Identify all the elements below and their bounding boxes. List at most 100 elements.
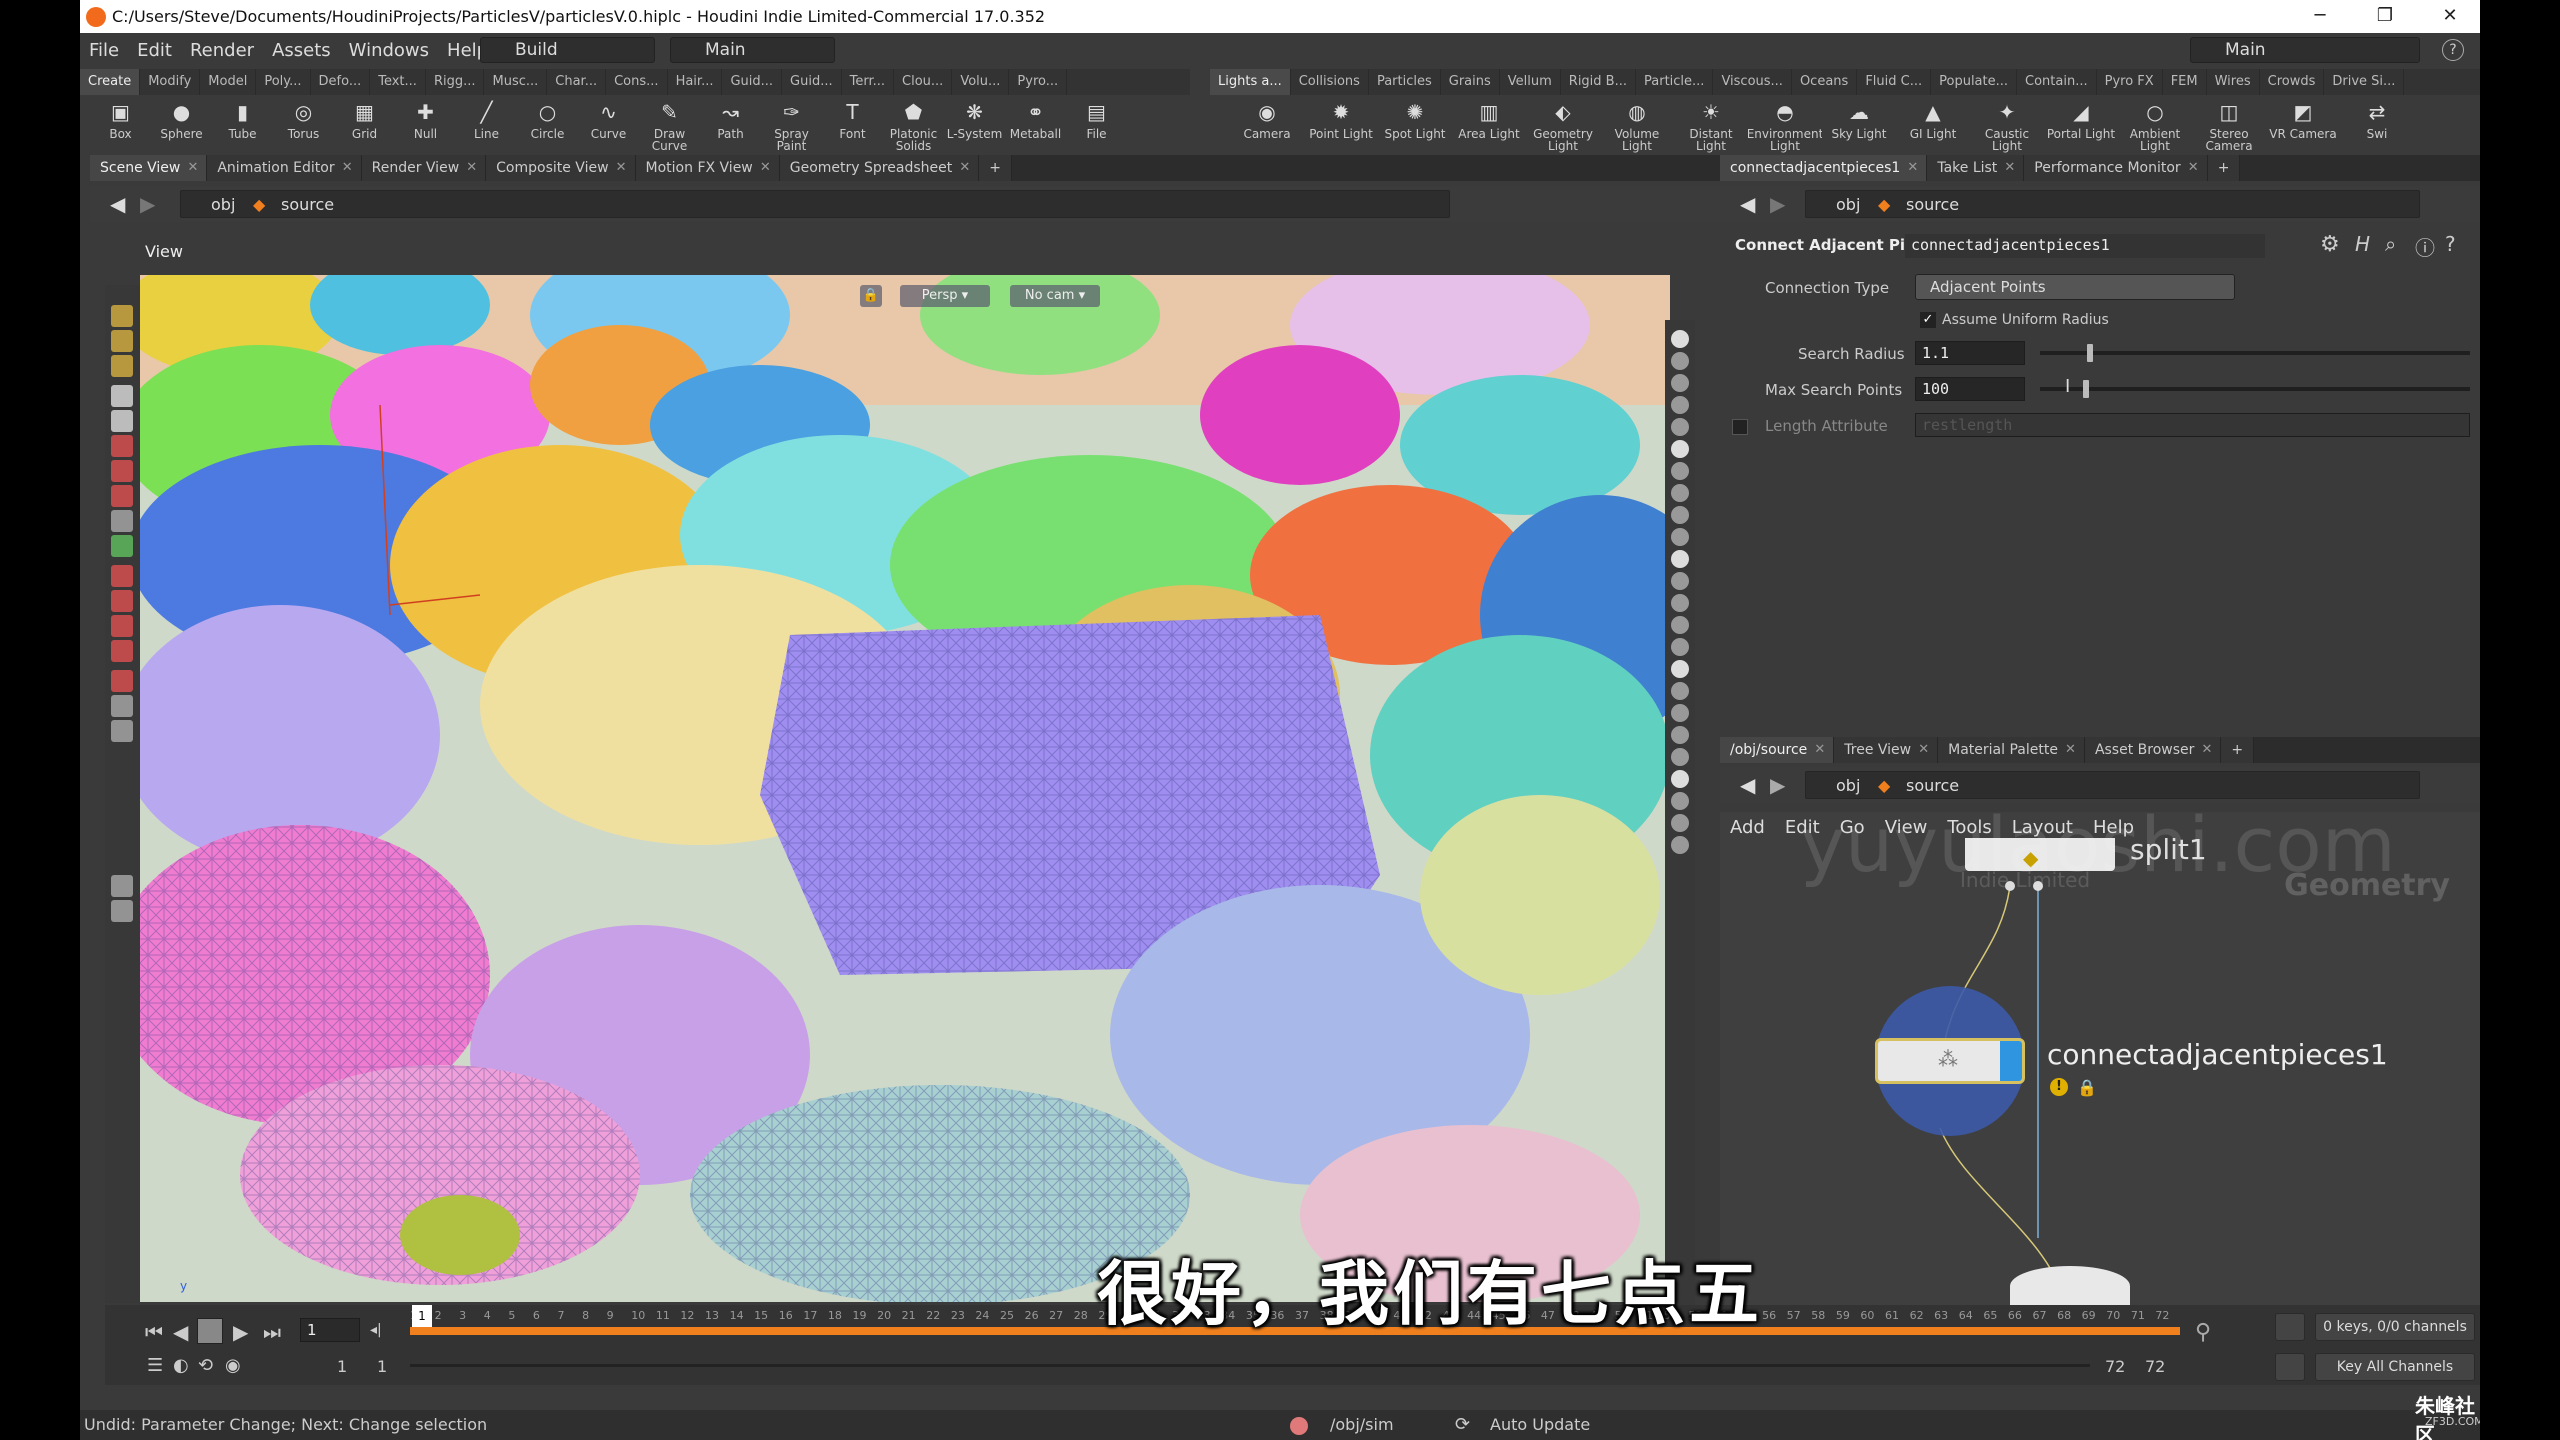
viewer-display-option-icon[interactable] xyxy=(1671,638,1689,656)
go-to-end-icon[interactable]: ⏭ xyxy=(263,1320,281,1344)
close-tab-icon[interactable]: ✕ xyxy=(466,155,477,181)
range-slider[interactable] xyxy=(410,1364,2090,1367)
search-radius-field[interactable]: 1.1 xyxy=(1915,341,2025,365)
keys-icon[interactable] xyxy=(2275,1313,2305,1341)
info-icon[interactable]: ⓘ xyxy=(2415,232,2435,261)
shelf-tool-spot-light[interactable]: ✺ Spot Light xyxy=(1378,95,1452,153)
realtime-toggle-icon[interactable]: ⚲ xyxy=(2195,1320,2211,1345)
viewer-display-option-icon[interactable] xyxy=(1671,682,1689,700)
close-tab-icon[interactable]: ✕ xyxy=(616,155,627,181)
viewer-display-option-icon[interactable] xyxy=(1671,506,1689,524)
pane-tab[interactable]: connectadjacentpieces1 ✕ xyxy=(1720,155,1928,181)
range-end2-field[interactable]: 72 xyxy=(2145,1357,2165,1376)
viewer-display-option-icon[interactable] xyxy=(1671,660,1689,678)
shelf-tool-tube[interactable]: ▮ Tube xyxy=(212,95,273,153)
shelf-tool-caustic-light[interactable]: ✦ Caustic Light xyxy=(1970,95,2044,153)
connectadjacentpieces1-node[interactable]: ⁂ xyxy=(1875,1038,2025,1084)
pane-tab[interactable]: Performance Monitor ✕ xyxy=(2024,155,2208,181)
net-path-obj[interactable]: obj xyxy=(1836,772,1860,800)
shelf-tab[interactable]: Clou... xyxy=(894,69,953,95)
stop-button[interactable] xyxy=(197,1318,223,1344)
shelf-tool-line[interactable]: ╱ Line xyxy=(456,95,517,153)
keys-info[interactable]: 0 keys, 0/0 channels xyxy=(2315,1313,2475,1341)
max-search-slider[interactable] xyxy=(2040,387,2470,391)
camera-menu[interactable]: No cam ▾ xyxy=(1010,285,1100,307)
handle-icon[interactable] xyxy=(111,435,133,457)
shelf-tool-area-light[interactable]: ▥ Area Light xyxy=(1452,95,1526,153)
shelf-tool-ambient-light[interactable]: ○ Ambient Light xyxy=(2118,95,2192,153)
menu-windows[interactable]: Windows xyxy=(340,40,438,61)
close-button[interactable]: ✕ xyxy=(2420,0,2480,33)
arrow-select-icon[interactable] xyxy=(111,385,133,407)
viewer-display-option-icon[interactable] xyxy=(1671,792,1689,810)
path-obj[interactable]: obj xyxy=(211,191,235,219)
3d-viewport[interactable]: y Persp ▾ No cam ▾ 🔒 xyxy=(140,275,1670,1302)
current-frame-field[interactable]: 1 xyxy=(300,1318,360,1342)
go-to-start-icon[interactable]: ⏮ xyxy=(145,1320,163,1344)
gear-icon[interactable]: ⚙ xyxy=(2320,232,2340,257)
close-tab-icon[interactable]: ✕ xyxy=(187,155,198,181)
viewer-display-option-icon[interactable] xyxy=(1671,352,1689,370)
pane-tab[interactable]: Tree View ✕ xyxy=(1834,737,1939,763)
viewer-display-option-icon[interactable] xyxy=(1671,440,1689,458)
close-tab-icon[interactable]: ✕ xyxy=(1918,737,1929,763)
close-tab-icon[interactable]: ✕ xyxy=(1814,737,1825,763)
shelf-tab[interactable]: Pyro FX xyxy=(2097,69,2163,95)
shelf-tab[interactable]: Terr... xyxy=(842,69,895,95)
key-channels-icon[interactable] xyxy=(2275,1353,2305,1381)
main-right-dropdown[interactable]: Main xyxy=(2190,37,2420,63)
shelf-tab[interactable]: Fluid C... xyxy=(1857,69,1932,95)
pane-tab[interactable]: /obj/source ✕ xyxy=(1720,737,1835,763)
shelf-tab[interactable]: Model xyxy=(200,69,257,95)
max-search-knob[interactable] xyxy=(2083,380,2089,398)
shelf-tool-circle[interactable]: ○ Circle xyxy=(517,95,578,153)
shelf-tool-path[interactable]: ↝ Path xyxy=(700,95,761,153)
viewer-display-option-icon[interactable] xyxy=(1671,616,1689,634)
connection-type-dropdown[interactable]: Adjacent Points xyxy=(1915,274,2235,300)
shelf-tool-volume-light[interactable]: ◍ Volume Light xyxy=(1600,95,1674,153)
close-tab-icon[interactable]: ✕ xyxy=(959,155,970,181)
viewer-display-option-icon[interactable] xyxy=(1671,594,1689,612)
close-tab-icon[interactable]: ✕ xyxy=(760,155,771,181)
shelf-tool-draw-curve[interactable]: ✎ Draw Curve xyxy=(639,95,700,153)
back-arrow-icon[interactable]: ◀ xyxy=(110,192,125,216)
shelf-tab[interactable]: Viscous... xyxy=(1713,69,1792,95)
pane-tab[interactable]: Asset Browser ✕ xyxy=(2084,737,2222,763)
viewer-display-option-icon[interactable] xyxy=(1671,484,1689,502)
pane-tab[interactable]: Scene View ✕ xyxy=(90,155,208,181)
shelf-tool-torus[interactable]: ◎ Torus xyxy=(273,95,334,153)
display-icon[interactable] xyxy=(111,720,133,742)
assume-uniform-checkbox[interactable]: ✓ xyxy=(1920,312,1936,328)
shelf-tool-grid[interactable]: ▦ Grid xyxy=(334,95,395,153)
scale-icon[interactable] xyxy=(111,510,133,532)
lock-icon[interactable] xyxy=(111,410,133,432)
viewer-display-option-icon[interactable] xyxy=(1671,726,1689,744)
shelf-tool-null[interactable]: ✚ Null xyxy=(395,95,456,153)
shelf-tool-portal-light[interactable]: ◢ Portal Light xyxy=(2044,95,2118,153)
shelf-tab[interactable]: Volu... xyxy=(952,69,1010,95)
close-tab-icon[interactable]: ✕ xyxy=(1907,155,1918,181)
shelf-tab[interactable]: Create xyxy=(80,69,141,95)
length-attr-checkbox[interactable] xyxy=(1732,419,1748,435)
node-lock-icon[interactable]: 🔒 xyxy=(2077,1078,2097,1097)
pane-tab[interactable]: Material Palette ✕ xyxy=(1938,737,2085,763)
add-tab-button[interactable]: + xyxy=(2221,737,2255,763)
net-forward-icon[interactable]: ▶ xyxy=(1770,773,1785,797)
viewer-display-option-icon[interactable] xyxy=(1671,330,1689,348)
close-tab-icon[interactable]: ✕ xyxy=(2004,155,2015,181)
timeline-menu-icon[interactable]: ☰ xyxy=(147,1355,163,1376)
shelf-tab[interactable]: Wires xyxy=(2207,69,2260,95)
pane-tab[interactable]: Geometry Spreadsheet ✕ xyxy=(779,155,980,181)
shelf-tab[interactable]: Defo... xyxy=(311,69,371,95)
shelf-tab[interactable]: FEM xyxy=(2163,69,2207,95)
shelf-tab[interactable]: Populate... xyxy=(1931,69,2018,95)
pane-tab[interactable]: Animation Editor ✕ xyxy=(207,155,362,181)
param-path-box[interactable]: obj ◆ source xyxy=(1805,190,2420,218)
close-tab-icon[interactable]: ✕ xyxy=(2201,737,2212,763)
pose-icon[interactable] xyxy=(111,355,133,377)
move-icon[interactable] xyxy=(111,460,133,482)
shelf-tab[interactable]: Hair... xyxy=(668,69,723,95)
shelf-tool-metaball[interactable]: ⚭ Metaball xyxy=(1005,95,1066,153)
viewer-display-option-icon[interactable] xyxy=(1671,462,1689,480)
path-source[interactable]: source xyxy=(281,191,334,219)
